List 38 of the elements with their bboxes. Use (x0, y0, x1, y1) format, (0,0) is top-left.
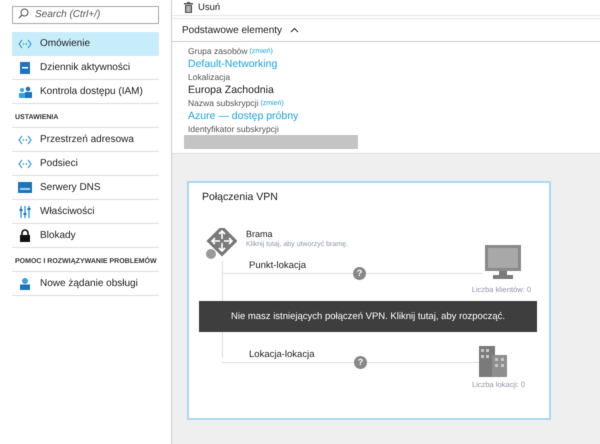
field-value: Europa Zachodnia (188, 83, 275, 98)
field-label: Nazwa subskrypcji (188, 98, 258, 109)
users-icon (18, 86, 32, 98)
sidebar-item[interactable]: Nowe żądanie obsługi (12, 272, 159, 296)
chevron-icon (290, 27, 300, 33)
code-brackets-icon (18, 134, 32, 144)
gateway-title[interactable]: Brama (246, 229, 273, 239)
connection-label: Lokacja-lokacja (249, 349, 314, 360)
sliders-icon (18, 206, 32, 218)
code-brackets-icon (18, 38, 32, 48)
field-label: Lokalizacja (188, 72, 230, 83)
field-label: Grupa zasobów (188, 46, 248, 57)
monitor-icon (485, 245, 521, 279)
field-label: Identyfikator subskrypcji (188, 124, 279, 135)
search-icon (18, 8, 29, 19)
no-connections-banner[interactable]: Nie masz istniejących połączeń VPN. Kliknij tutaj, aby rozpocząć. (199, 301, 537, 332)
sidebar-item[interactable]: Podsieci (12, 152, 159, 176)
code-brackets-icon (18, 158, 32, 168)
buildings-icon (479, 346, 507, 377)
help-badge[interactable]: ? (353, 267, 366, 280)
help-badge[interactable]: ? (354, 356, 367, 369)
delete-button[interactable]: Usuń (182, 0, 222, 15)
log-icon (18, 62, 32, 74)
sidebar-item[interactable]: Właściwości (12, 200, 159, 224)
sidebar-item[interactable]: Serwery DNS (12, 176, 159, 200)
lock-icon (18, 229, 32, 242)
sidebar-item[interactable]: Kontrola dostępu (IAM) (12, 80, 159, 104)
connection-label: Punkt-lokacja (249, 260, 306, 271)
sidebar-item[interactable]: Blokady (12, 224, 159, 248)
sidebar-item[interactable]: Omówienie (12, 32, 159, 56)
search-field[interactable]: Search (Ctrl+/) (12, 6, 159, 24)
support-person-icon (18, 277, 32, 290)
server-icon (18, 182, 32, 193)
gateway-icon (205, 228, 237, 260)
card-title: Połączenia VPN (202, 191, 278, 203)
essentials-toggle[interactable]: Podstawowe elementy (172, 19, 600, 42)
sidebar-item[interactable]: Dziennik aktywności (12, 56, 159, 80)
sidebar-item[interactable]: Przestrzeń adresowa (12, 128, 159, 152)
